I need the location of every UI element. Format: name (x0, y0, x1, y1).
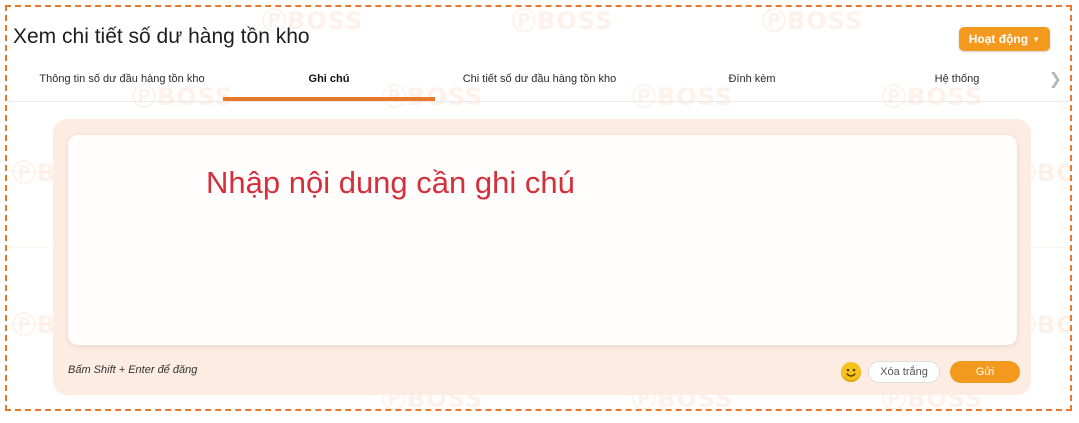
action-menu-button[interactable]: Hoạt động ▼ (958, 27, 1050, 51)
tab-notes[interactable]: Ghi chú (223, 59, 435, 101)
tab-label: Thông tin số dư đầu hàng tồn kho (39, 73, 205, 85)
tab-inventory-info[interactable]: Thông tin số dư đầu hàng tồn kho (27, 59, 217, 99)
tab-label: Chi tiết số dư đầu hàng tồn kho (462, 73, 617, 85)
tab-system[interactable]: Hệ thống (907, 59, 1007, 99)
tab-inventory-detail[interactable]: Chi tiết số dư đầu hàng tồn kho (457, 59, 622, 99)
page-title: Xem chi tiết số dư hàng tồn kho (13, 25, 310, 48)
note-textarea[interactable]: Nhập nội dung cần ghi chú (68, 135, 1017, 345)
action-button-label: Hoạt động (968, 32, 1029, 46)
send-button-label: Gửi (975, 366, 995, 378)
smiley-icon[interactable] (841, 362, 861, 382)
clear-button[interactable]: Xóa trắng (868, 361, 940, 383)
tab-attachments[interactable]: Đính kèm (697, 59, 807, 99)
caret-down-icon: ▼ (1032, 34, 1040, 44)
tab-label: Ghi chú (308, 73, 350, 85)
tab-label: Đính kèm (728, 73, 776, 85)
send-button[interactable]: Gửi (950, 361, 1020, 383)
note-placeholder: Nhập nội dung cần ghi chú (206, 165, 575, 200)
app-frame: ⓅBOSS ⓅBOSS ⓅBOSS ⓅBOSS ⓅBOSS ⓅBOSS ⓅBOS… (5, 5, 1072, 411)
submit-hint: Bấm Shift + Enter để đăng (68, 364, 198, 376)
tab-label: Hệ thống (934, 73, 980, 85)
watermark: ⓅBOSS (762, 7, 864, 35)
chevron-right-icon[interactable]: ❯ (1049, 69, 1062, 89)
watermark: ⓅBOSS (512, 7, 614, 35)
tab-bar: Thông tin số dư đầu hàng tồn kho Ghi chú… (7, 59, 1070, 102)
clear-button-label: Xóa trắng (880, 366, 928, 378)
note-panel: Nhập nội dung cần ghi chú Bấm Shift + En… (53, 119, 1031, 395)
